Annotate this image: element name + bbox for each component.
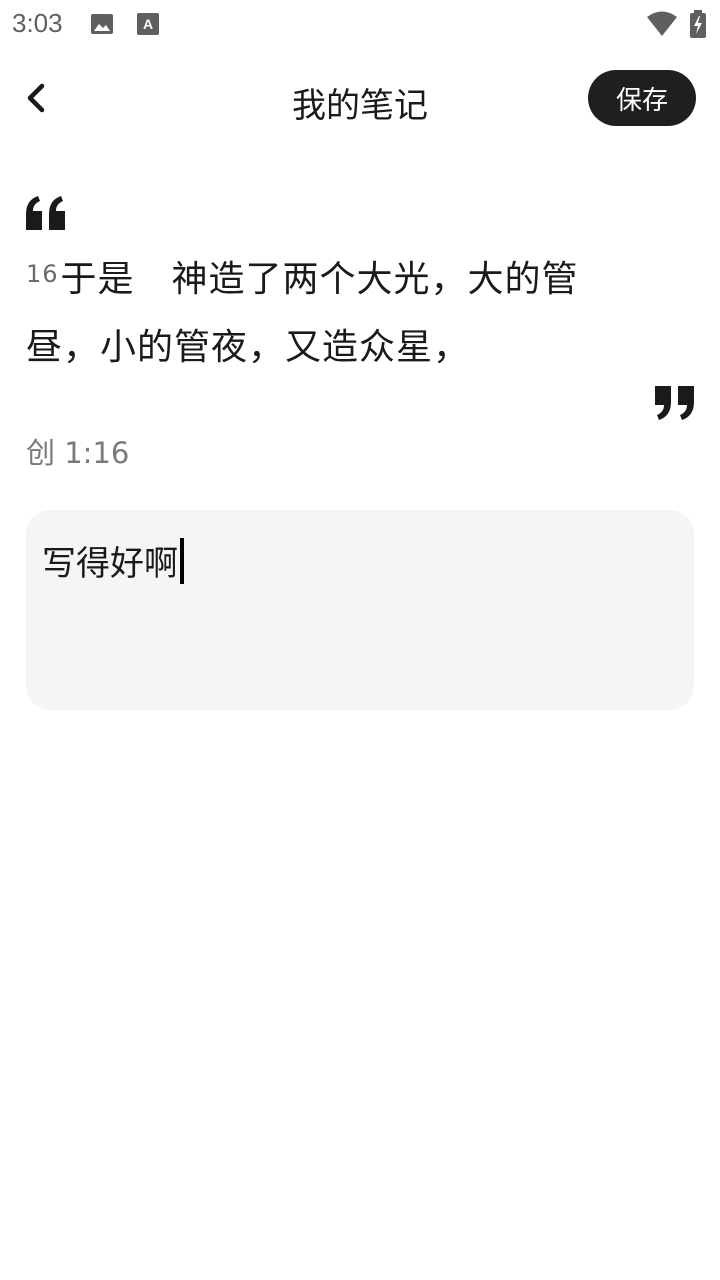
verse-reference: 创 1:16 bbox=[26, 436, 130, 470]
header: 我的笔记 保存 bbox=[0, 60, 720, 138]
note-text-field[interactable]: 写得好啊 bbox=[42, 536, 184, 585]
close-quote-icon bbox=[652, 384, 696, 422]
verse-text: 16于是 神造了两个大光，大的管昼，小的管夜，又造众星， bbox=[26, 246, 636, 382]
verse-number: 16 bbox=[26, 260, 59, 288]
wifi-icon bbox=[646, 10, 678, 38]
open-quote-icon bbox=[24, 194, 68, 232]
image-icon bbox=[90, 12, 114, 36]
status-time: 3:03 bbox=[12, 8, 63, 38]
status-bar: 3:03 A bbox=[0, 0, 720, 48]
note-input[interactable]: 写得好啊 bbox=[26, 510, 694, 710]
verse-body: 于是 神造了两个大光，大的管昼，小的管夜，又造众星， bbox=[26, 259, 579, 368]
note-value: 写得好啊 bbox=[42, 544, 178, 584]
save-button[interactable]: 保存 bbox=[588, 70, 696, 126]
svg-text:A: A bbox=[143, 16, 153, 32]
battery-charging-icon bbox=[690, 10, 706, 38]
text-cursor bbox=[180, 537, 184, 584]
keyboard-a-icon: A bbox=[136, 12, 160, 36]
